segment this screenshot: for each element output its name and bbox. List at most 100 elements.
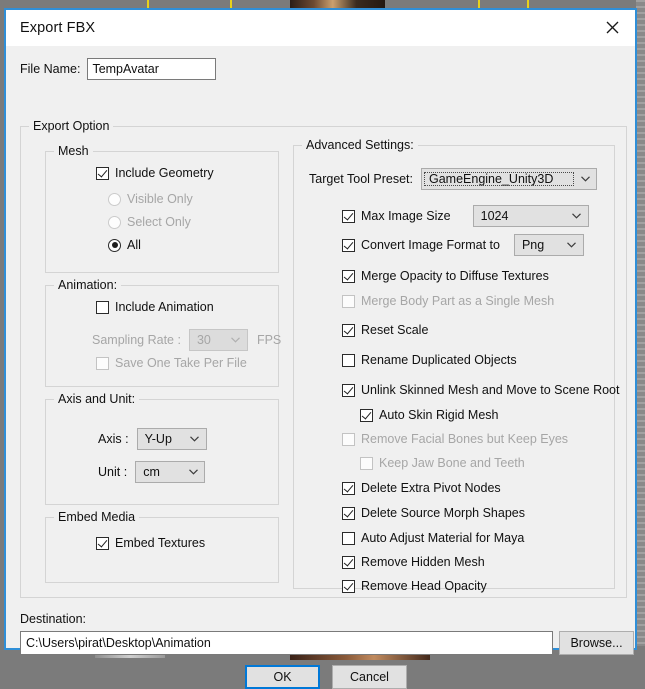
option-row-10[interactable]: Auto Adjust Material for Maya [342,531,524,545]
advanced-settings-group: Advanced Settings: Target Tool Preset: G… [293,145,615,589]
backdrop-panel-strip [636,0,645,660]
chevron-down-icon [182,469,204,475]
axis-unit-group: Axis and Unit: Axis : Y-Up Unit : cm [45,399,279,505]
delete-extra-pivot-nodes-checkbox[interactable] [342,482,355,495]
remove-facial-bones-but-keep-eyes-checkbox [342,433,355,446]
convert-image-format-label: Convert Image Format to [361,238,500,252]
include-animation-checkbox[interactable] [96,301,109,314]
file-name-row: File Name: [20,58,216,80]
chevron-down-icon [574,176,596,182]
option-label-5: Auto Skin Rigid Mesh [379,408,499,422]
advanced-settings-legend: Advanced Settings: [302,138,418,152]
option-label-9: Delete Source Morph Shapes [361,506,525,520]
reset-scale-checkbox[interactable] [342,324,355,337]
cancel-button[interactable]: Cancel [332,665,407,689]
delete-source-morph-shapes-checkbox[interactable] [342,507,355,520]
select-only-label: Select Only [127,215,191,229]
max-image-size-checkbox[interactable] [342,210,355,223]
option-row-3[interactable]: Rename Duplicated Objects [342,353,517,367]
sampling-rate-combobox: 30 [189,329,248,351]
remove-head-opacity-checkbox[interactable] [342,580,355,593]
close-button[interactable] [590,10,635,45]
option-label-0: Merge Opacity to Diffuse Textures [361,269,549,283]
option-label-11: Remove Hidden Mesh [361,555,485,569]
unit-value: cm [136,465,182,479]
option-label-3: Rename Duplicated Objects [361,353,517,367]
browse-button[interactable]: Browse... [559,631,634,655]
target-tool-preset-label: Target Tool Preset: [309,172,413,186]
embed-textures-row[interactable]: Embed Textures [96,536,205,550]
option-label-1: Merge Body Part as a Single Mesh [361,294,554,308]
option-row-11[interactable]: Remove Hidden Mesh [342,555,485,569]
chevron-down-icon [561,242,583,248]
sampling-rate-value: 30 [190,333,225,347]
max-image-size-value: 1024 [474,209,566,223]
unit-combobox[interactable]: cm [135,461,205,483]
all-label: All [127,238,141,252]
axis-value: Y-Up [138,432,184,446]
visible-only-radio [108,193,121,206]
option-row-12[interactable]: Remove Head Opacity [342,579,487,593]
rename-duplicated-objects-checkbox[interactable] [342,354,355,367]
unit-label: Unit : [98,465,127,479]
sampling-rate-row: Sampling Rate : 30 FPS [92,329,281,351]
include-animation-label: Include Animation [115,300,214,314]
max-image-size-combobox[interactable]: 1024 [473,205,589,227]
merge-opacity-to-diffuse-textures-checkbox[interactable] [342,270,355,283]
close-icon [606,21,619,34]
include-geometry-checkbox[interactable] [96,167,109,180]
option-label-4: Unlink Skinned Mesh and Move to Scene Ro… [361,383,619,397]
include-animation-row[interactable]: Include Animation [96,300,214,314]
radio-select-only-row: Select Only [108,215,191,229]
target-tool-preset-value: GameEngine_Unity3D [424,172,574,186]
radio-visible-only-row: Visible Only [108,192,193,206]
mesh-legend: Mesh [54,144,93,158]
radio-all-row[interactable]: All [108,238,141,252]
option-row-1: Merge Body Part as a Single Mesh [342,294,554,308]
convert-image-format-combobox[interactable]: Png [514,234,584,256]
unlink-skinned-mesh-checkbox[interactable] [342,384,355,397]
option-row-9[interactable]: Delete Source Morph Shapes [342,506,525,520]
max-image-size-row[interactable]: Max Image Size 1024 [342,205,589,227]
option-row-0[interactable]: Merge Opacity to Diffuse Textures [342,269,549,283]
include-geometry-label: Include Geometry [115,166,214,180]
animation-legend: Animation: [54,278,121,292]
option-label-12: Remove Head Opacity [361,579,487,593]
option-row-2[interactable]: Reset Scale [342,323,428,337]
ok-button[interactable]: OK [245,665,320,689]
target-tool-preset-row: Target Tool Preset: GameEngine_Unity3D [309,168,597,190]
export-option-group: Export Option Mesh Include Geometry Visi… [20,126,627,598]
merge-body-part-as-single-mesh-checkbox [342,295,355,308]
convert-image-format-checkbox[interactable] [342,239,355,252]
mesh-group: Mesh Include Geometry Visible Only Selec… [45,151,279,273]
all-radio[interactable] [108,239,121,252]
option-row-5[interactable]: Auto Skin Rigid Mesh [360,408,499,422]
save-one-take-checkbox [96,357,109,370]
option-row-8[interactable]: Delete Extra Pivot Nodes [342,481,501,495]
animation-group: Animation: Include Animation Sampling Ra… [45,285,279,387]
option-row-4[interactable]: Unlink Skinned Mesh and Move to Scene Ro… [342,383,619,397]
max-image-size-label: Max Image Size [361,209,451,223]
embed-textures-checkbox[interactable] [96,537,109,550]
include-geometry-row[interactable]: Include Geometry [96,166,214,180]
option-label-10: Auto Adjust Material for Maya [361,531,524,545]
unit-row: Unit : cm [98,461,205,483]
sampling-rate-label: Sampling Rate : [92,333,181,347]
destination-input[interactable] [20,631,553,655]
chevron-down-icon [225,337,247,343]
visible-only-label: Visible Only [127,192,193,206]
file-name-input[interactable] [87,58,216,80]
option-label-8: Delete Extra Pivot Nodes [361,481,501,495]
remove-hidden-mesh-checkbox[interactable] [342,556,355,569]
axis-row: Axis : Y-Up [98,428,207,450]
convert-image-format-row[interactable]: Convert Image Format to Png [342,234,584,256]
chevron-down-icon [566,213,588,219]
embed-media-group: Embed Media Embed Textures [45,517,279,583]
auto-adjust-material-for-maya-checkbox[interactable] [342,532,355,545]
auto-skin-rigid-mesh-checkbox[interactable] [360,409,373,422]
fps-label: FPS [257,333,281,347]
target-tool-preset-combobox[interactable]: GameEngine_Unity3D [421,168,597,190]
keep-jaw-bone-and-teeth-checkbox [360,457,373,470]
axis-combobox[interactable]: Y-Up [137,428,207,450]
chevron-down-icon [184,436,206,442]
